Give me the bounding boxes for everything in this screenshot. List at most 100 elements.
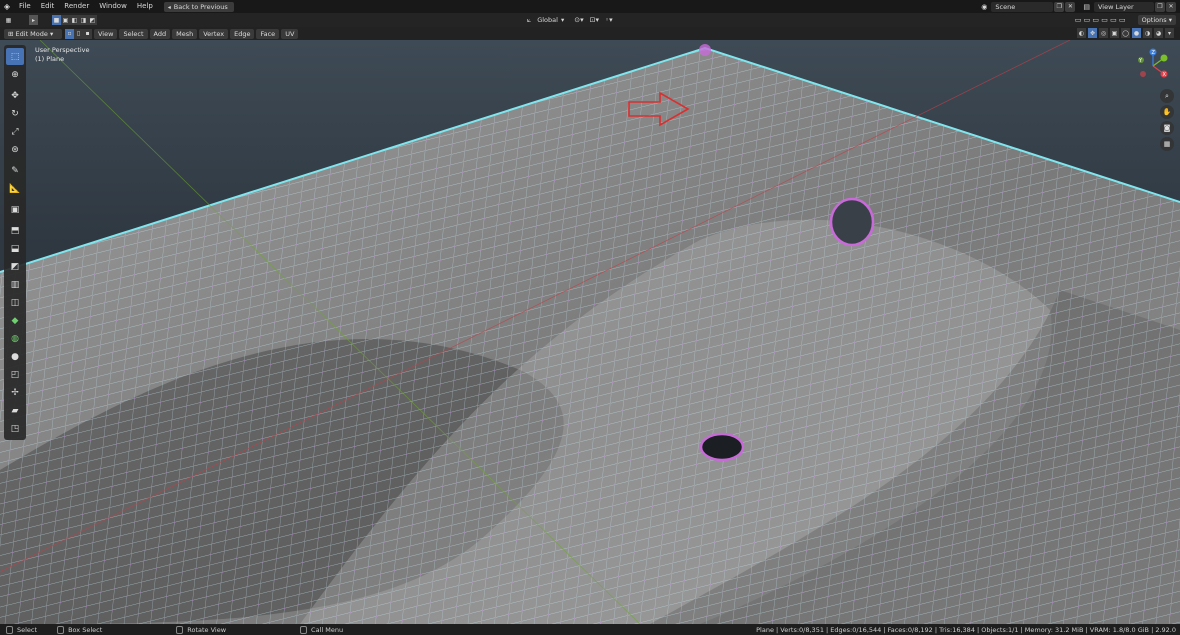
select-mode-invert-icon[interactable]: ◨ [79,15,88,25]
viewport-header: ⊞ Edit Mode ▾ ▫ ▯ ▪ View Select Add Mesh… [0,27,1180,40]
corner-vertex-cluster [699,44,711,56]
select-box-icon[interactable]: ⬚ [6,48,24,65]
camera-view-icon[interactable]: ◙ [1160,121,1174,135]
menu-select[interactable]: Select [119,28,148,39]
smooth-icon[interactable]: ● [6,348,24,365]
pan-hand-icon[interactable]: ✋ [1160,105,1174,119]
navigation-gizmo[interactable]: Y X Z [1133,48,1173,84]
object-label: (1) Plane [35,55,65,63]
view-layer-copy-icon[interactable]: ❐ [1155,1,1165,12]
shading-wireframe-icon[interactable]: ◯ [1121,28,1130,38]
menu-edge[interactable]: Edge [230,28,255,39]
select-mode-extend-icon[interactable]: ▣ [61,15,70,25]
back-to-previous-button[interactable]: ◂ Back to Previous [163,1,234,12]
poly-build-icon[interactable]: ◆ [6,312,24,329]
menu-window[interactable]: Window [94,0,132,13]
select-mode-intersect-icon[interactable]: ◩ [88,15,97,25]
tool-active-icon[interactable]: ▸ [29,15,38,25]
back-icon: ◂ [167,3,171,11]
menu-render[interactable]: Render [59,0,94,13]
scene-field[interactable]: Scene [991,1,1054,12]
back-to-previous-label: Back to Previous [173,2,228,11]
mode-dropdown[interactable]: ⊞ Edit Mode ▾ [4,28,62,39]
hint-box-select: Box Select [57,625,103,634]
wireframe-overlay [0,48,1180,624]
scene-remove-icon[interactable]: ✕ [1065,1,1076,12]
visibility-icon[interactable]: ◐ [1077,28,1086,38]
scene-copy-icon[interactable]: ❐ [1054,1,1065,12]
rotate-icon[interactable]: ↻ [6,105,24,122]
zoom-icon[interactable]: ⌕ [1160,89,1174,103]
scale-icon[interactable]: ⤢ [6,123,24,140]
editor-type-icon[interactable]: ▦ [4,15,13,25]
bevel-icon[interactable]: ◩ [6,258,24,275]
menu-edit[interactable]: Edit [36,0,60,13]
hint-menu-label: Call Menu [311,625,344,634]
menu-help[interactable]: Help [132,0,158,13]
annotate-icon[interactable]: ✎ [6,162,24,179]
shading-rendered-icon[interactable]: ◕ [1154,28,1163,38]
face-select-icon[interactable]: ▪ [83,28,92,39]
hint-box-select-label: Box Select [68,625,103,634]
cursor-icon[interactable]: ⊕ [6,66,24,83]
xray-toggle-icon[interactable]: ▣ [1110,28,1119,38]
select-mode-subtract-icon[interactable]: ◧ [70,15,79,25]
transform-orientation-dropdown[interactable]: Global ▾ [533,15,568,25]
knife-icon[interactable]: ◫ [6,294,24,311]
menu-mesh[interactable]: Mesh [172,28,198,39]
add-cube-icon[interactable]: ▣ [6,201,24,218]
view-layer-icon: ▤ [1083,2,1090,11]
hint-rotate: Rotate View [176,625,227,634]
menu-uv[interactable]: UV [281,28,299,39]
options-dropdown[interactable]: Options ▾ [1137,15,1176,25]
edge-select-icon[interactable]: ▯ [74,28,83,39]
menu-vertex[interactable]: Vertex [199,28,229,39]
extrude-icon[interactable]: ⬒ [6,222,24,239]
menu-face[interactable]: Face [256,28,280,39]
proportional-edit-icon[interactable]: ◦▾ [605,16,613,24]
mouse-middle-icon [176,625,184,634]
edge-slide-icon[interactable]: ◰ [6,366,24,383]
tool-header: ▦ ▸ ■ ▣ ◧ ◨ ◩ ⟀ Global ▾ ⊙▾ ⊡▾ ◦▾ ▭ ▭ ▭ ▭… [0,13,1180,27]
gizmo-y-axis[interactable] [1160,54,1168,62]
perspective-label: User Perspective [35,46,90,54]
vertex-select-icon[interactable]: ▫ [65,28,74,39]
menu-file[interactable]: File [14,0,36,13]
pivot-point-icon[interactable]: ⊙▾ [574,16,583,24]
shading-material-icon[interactable]: ◑ [1143,28,1152,38]
measure-icon[interactable]: 📐 [6,180,24,197]
view-layer-remove-icon[interactable]: ✕ [1166,1,1176,12]
rip-icon[interactable]: ◳ [6,420,24,437]
shading-options-icon[interactable]: ▾ [1165,28,1174,38]
left-toolbar: ⬚ ⊕ ✥ ↻ ⤢ ⊛ ✎ 📐 ▣ ⬒ ⬓ ◩ ▥ ◫ ◆ ◍ ● ◰ ✢ ▰ … [4,45,26,440]
hint-rotate-label: Rotate View [187,625,227,634]
select-mode-new-icon[interactable]: ■ [52,15,61,25]
loop-cut-icon[interactable]: ▥ [6,276,24,293]
mode-label: Edit Mode [15,29,48,38]
shrink-icon[interactable]: ✢ [6,384,24,401]
status-bar: Select Box Select Rotate View Call Menu … [0,624,1180,635]
view-layer-name: View Layer [1098,2,1134,11]
shading-solid-icon[interactable]: ● [1132,28,1141,38]
gizmo-x-label: X [1163,72,1167,78]
gizmo-toggle-icon[interactable]: ✥ [1088,28,1097,38]
3d-viewport[interactable]: User Perspective (1) Plane [0,40,1180,624]
spin-icon[interactable]: ◍ [6,330,24,347]
menu-add[interactable]: Add [149,28,171,39]
transform-orientation-icon: ⟀ [527,15,532,24]
menu-view[interactable]: View [94,28,118,39]
transform-icon[interactable]: ⊛ [6,141,24,158]
overlay-toggle-icon[interactable]: ◎ [1099,28,1108,38]
scene-icon: ◉ [981,2,988,11]
move-icon[interactable]: ✥ [6,87,24,104]
transform-orientation-value: Global [537,16,558,24]
scene-statistics: Plane | Verts:0/8,351 | Edges:0/16,544 |… [756,625,1176,634]
snap-icon[interactable]: ⊡▾ [590,16,599,24]
gizmo-z-label: Z [1152,50,1156,56]
shear-icon[interactable]: ▰ [6,402,24,419]
inset-icon[interactable]: ⬓ [6,240,24,257]
view-layer-field[interactable]: View Layer [1094,1,1154,12]
blender-logo-icon[interactable]: ◈ [0,0,14,13]
mouse-left-drag-icon [57,625,65,634]
perspective-toggle-icon[interactable]: ▦ [1160,137,1174,151]
